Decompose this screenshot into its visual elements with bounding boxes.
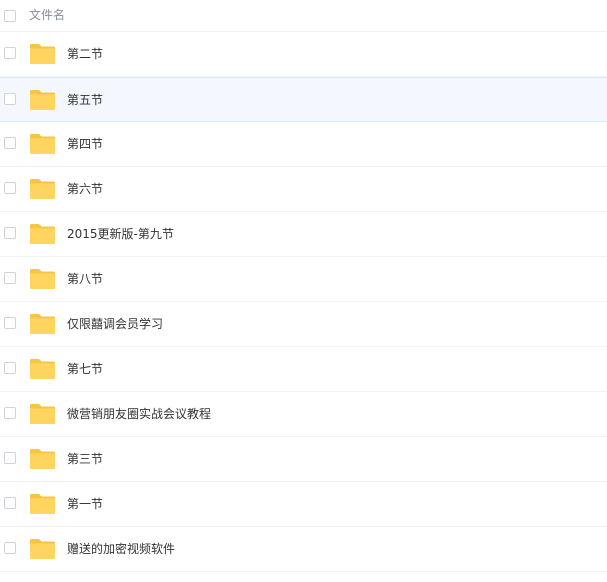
row-checkbox[interactable] xyxy=(4,272,16,284)
folder-icon[interactable] xyxy=(29,89,56,111)
file-row[interactable]: 微营销朋友圈实战会议教程 xyxy=(0,392,607,437)
file-row[interactable]: 第三节 xyxy=(0,437,607,482)
row-checkbox[interactable] xyxy=(4,497,16,509)
folder-icon[interactable] xyxy=(29,538,56,560)
file-name-link[interactable]: 第三节 xyxy=(67,451,103,467)
file-row[interactable]: 仅限囍调会员学习 xyxy=(0,302,607,347)
file-list: 文件名 第二节第五节第四节第六节 2015更新版-第九节 第八节仅限囍调会员学习 第七… xyxy=(0,0,607,582)
row-checkbox[interactable] xyxy=(4,317,16,329)
file-name-link[interactable]: 第四节 xyxy=(67,136,103,152)
row-checkbox[interactable] xyxy=(4,227,16,239)
row-checkbox[interactable] xyxy=(4,182,16,194)
folder-icon[interactable] xyxy=(29,43,56,65)
row-checkbox[interactable] xyxy=(4,407,16,419)
file-name-link[interactable]: 赠送的加密视频软件 xyxy=(67,541,175,557)
file-name-link[interactable]: 微营销朋友圈实战会议教程 xyxy=(67,406,211,422)
filename-column-header[interactable]: 文件名 xyxy=(29,7,65,23)
file-name-link[interactable]: 第一节 xyxy=(67,496,103,512)
row-checkbox[interactable] xyxy=(4,93,16,105)
folder-icon[interactable] xyxy=(29,133,56,155)
folder-icon[interactable] xyxy=(29,358,56,380)
file-row[interactable]: 第八节 xyxy=(0,257,607,302)
folder-icon[interactable] xyxy=(29,178,56,200)
row-checkbox[interactable] xyxy=(4,452,16,464)
file-name-link[interactable]: 第五节 xyxy=(67,92,103,108)
folder-icon[interactable] xyxy=(29,493,56,515)
file-list-header: 文件名 xyxy=(0,0,607,32)
select-all-checkbox[interactable] xyxy=(4,10,16,22)
row-checkbox[interactable] xyxy=(4,542,16,554)
folder-icon[interactable] xyxy=(29,223,56,245)
file-row[interactable]: 2015更新版-第九节 xyxy=(0,212,607,257)
file-row[interactable]: 第一节 xyxy=(0,482,607,527)
row-checkbox[interactable] xyxy=(4,362,16,374)
folder-icon[interactable] xyxy=(29,313,56,335)
folder-icon[interactable] xyxy=(29,448,56,470)
row-checkbox[interactable] xyxy=(4,137,16,149)
file-row[interactable]: 赠送的加密视频软件 xyxy=(0,527,607,572)
file-name-link[interactable]: 2015更新版-第九节 xyxy=(67,226,174,242)
file-name-link[interactable]: 第六节 xyxy=(67,181,103,197)
folder-icon[interactable] xyxy=(29,403,56,425)
file-name-link[interactable]: 第七节 xyxy=(67,361,103,377)
file-row[interactable]: 第五节 xyxy=(0,77,607,122)
file-name-link[interactable]: 仅限囍调会员学习 xyxy=(67,316,163,332)
file-row[interactable]: 第二节 xyxy=(0,32,607,77)
file-row[interactable]: 第四节 xyxy=(0,122,607,167)
file-row[interactable]: 第六节 xyxy=(0,167,607,212)
file-name-link[interactable]: 第八节 xyxy=(67,271,103,287)
file-row[interactable]: 第七节 xyxy=(0,347,607,392)
row-checkbox[interactable] xyxy=(4,47,16,59)
file-name-link[interactable]: 第二节 xyxy=(67,46,103,62)
folder-icon[interactable] xyxy=(29,268,56,290)
